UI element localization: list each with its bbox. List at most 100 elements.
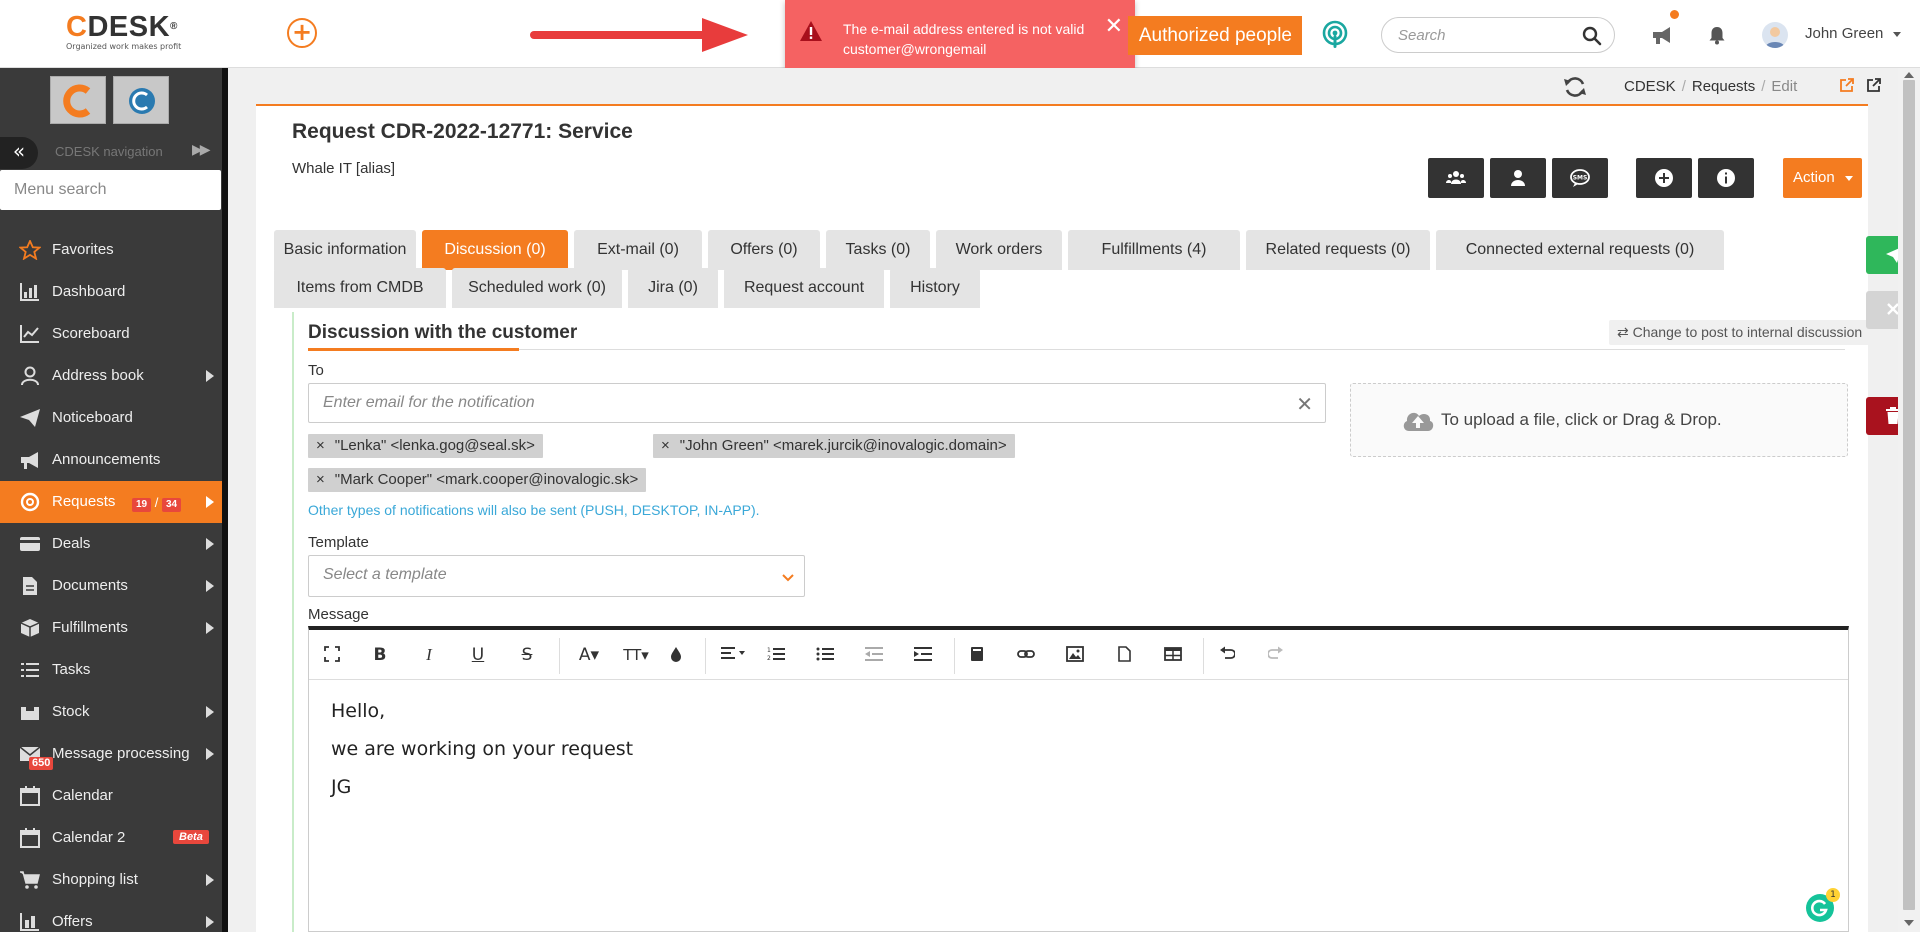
menu-item-favorites[interactable]: Favorites <box>0 229 222 271</box>
expand-arrow-icon[interactable] <box>206 370 214 382</box>
menu-item-tasks[interactable]: Tasks <box>0 649 222 691</box>
tab-connected-external-requests[interactable]: Connected external requests (0) <box>1436 230 1724 270</box>
table-icon[interactable] <box>1158 642 1188 668</box>
numbered-list-icon[interactable]: 12 <box>761 642 791 668</box>
info-button[interactable] <box>1698 158 1754 198</box>
expand-arrow-icon[interactable] <box>206 874 214 886</box>
expand-arrow-icon[interactable] <box>206 706 214 718</box>
font-color-dropdown[interactable]: A▾ <box>569 642 609 668</box>
menu-item-fulfillments[interactable]: Fulfillments <box>0 607 222 649</box>
menu-item-stock[interactable]: Stock <box>0 691 222 733</box>
action-button[interactable]: Action <box>1783 158 1862 198</box>
add-new-button[interactable]: + <box>287 18 317 48</box>
tab-related-requests[interactable]: Related requests (0) <box>1246 230 1430 270</box>
page-scrollbar[interactable] <box>1898 68 1920 932</box>
font-size-dropdown[interactable]: TT▾ <box>614 642 658 668</box>
fast-forward-icon[interactable]: ▶▶ <box>192 142 210 158</box>
scroll-thumb[interactable] <box>1903 80 1915 910</box>
change-to-internal-button[interactable]: ⇄ Change to post to internal discussion <box>1609 320 1905 345</box>
tab-fulfillments[interactable]: Fulfillments (4) <box>1068 230 1240 270</box>
align-dropdown[interactable] <box>713 642 753 668</box>
menu-item-documents[interactable]: Documents <box>0 565 222 607</box>
tab-request-account[interactable]: Request account <box>724 268 884 308</box>
app-switch-cdesk[interactable] <box>50 76 106 124</box>
cdesk-logo[interactable]: CDESK® Organized work makes profit <box>66 12 196 58</box>
open-external-icon[interactable] <box>1839 77 1855 93</box>
menu-item-address-book[interactable]: Address book <box>0 355 222 397</box>
strikethrough-button[interactable]: S <box>512 642 542 668</box>
team-button[interactable] <box>1428 158 1484 198</box>
template-select[interactable]: Select a template <box>308 555 805 597</box>
recipient-chip[interactable]: × "John Green" <marek.jurcik@inovalogic.d… <box>653 434 1015 458</box>
link-icon[interactable] <box>1011 642 1041 668</box>
recipient-chip[interactable]: × "Mark Cooper" <mark.cooper@inovalogic.s… <box>308 468 647 492</box>
tab-ext-mail[interactable]: Ext-mail (0) <box>574 230 702 270</box>
menu-item-calendar-2[interactable]: Calendar 2 Beta <box>0 817 222 859</box>
expand-arrow-icon[interactable] <box>206 538 214 550</box>
add-button[interactable] <box>1636 158 1692 198</box>
remove-recipient-icon[interactable]: × <box>316 471 325 488</box>
user-button[interactable] <box>1490 158 1546 198</box>
menu-item-shopping-list[interactable]: Shopping list <box>0 859 222 901</box>
redo-icon[interactable] <box>1261 642 1291 668</box>
menu-item-calendar[interactable]: Calendar <box>0 775 222 817</box>
breadcrumb-cdesk[interactable]: CDESK <box>1624 78 1676 95</box>
tab-history[interactable]: History <box>890 268 980 308</box>
italic-button[interactable]: I <box>414 642 444 668</box>
undo-icon[interactable] <box>1212 642 1242 668</box>
bell-icon[interactable] <box>1707 25 1727 45</box>
scroll-down-icon[interactable] <box>1904 920 1914 926</box>
avatar[interactable] <box>1762 22 1788 48</box>
menu-item-noticeboard[interactable]: Noticeboard <box>0 397 222 439</box>
collapse-sidebar-button[interactable]: « <box>0 137 38 169</box>
sms-button[interactable]: SMS <box>1552 158 1608 198</box>
email-recipient-input[interactable] <box>323 392 1223 414</box>
expand-arrow-icon[interactable] <box>206 916 214 928</box>
message-body[interactable]: Hello, we are working on your request JG <box>331 700 633 814</box>
menu-item-dashboard[interactable]: Dashboard <box>0 271 222 313</box>
menu-item-requests[interactable]: Requests 19 / 34 <box>0 481 222 523</box>
podcast-icon[interactable] <box>1320 20 1350 50</box>
tab-work-orders[interactable]: Work orders <box>936 230 1062 270</box>
bullet-list-icon[interactable] <box>810 642 840 668</box>
search-icon[interactable] <box>1582 26 1602 46</box>
tab-basic-information[interactable]: Basic information <box>274 230 416 270</box>
underline-button[interactable]: U <box>463 642 493 668</box>
menu-item-announcements[interactable]: Announcements <box>0 439 222 481</box>
highlight-color-icon[interactable] <box>661 642 691 668</box>
scroll-up-icon[interactable] <box>1904 72 1914 78</box>
breadcrumb-requests[interactable]: Requests <box>1692 78 1755 95</box>
fullscreen-icon[interactable] <box>317 642 347 668</box>
megaphone-icon[interactable] <box>1650 24 1674 46</box>
expand-arrow-icon[interactable] <box>206 496 214 508</box>
expand-arrow-icon[interactable] <box>206 580 214 592</box>
search-input[interactable] <box>1398 25 1578 45</box>
recipient-chip[interactable]: × "Lenka" <lenka.gog@seal.sk> <box>308 434 543 458</box>
outdent-icon[interactable] <box>859 642 889 668</box>
clear-icon[interactable]: ✕ <box>1296 392 1313 416</box>
file-upload-dropzone[interactable]: To upload a file, click or Drag & Drop. <box>1350 383 1848 457</box>
user-name[interactable]: John Green <box>1805 25 1883 42</box>
menu-item-offers[interactable]: Offers <box>0 901 222 932</box>
chevron-down-icon[interactable] <box>1893 32 1901 37</box>
expand-arrow-icon[interactable] <box>206 622 214 634</box>
book-icon[interactable] <box>962 642 992 668</box>
tab-items-from-cmdb[interactable]: Items from CMDB <box>274 268 446 308</box>
menu-search-input[interactable] <box>0 170 221 210</box>
app-switch-other[interactable] <box>113 76 169 124</box>
close-icon[interactable]: ✕ <box>1105 16 1123 38</box>
expand-arrow-icon[interactable] <box>206 748 214 760</box>
tab-tasks[interactable]: Tasks (0) <box>826 230 930 270</box>
authorized-people-button[interactable]: Authorized people <box>1128 16 1302 55</box>
open-new-window-icon[interactable] <box>1866 77 1882 93</box>
menu-item-scoreboard[interactable]: Scoreboard <box>0 313 222 355</box>
tab-offers[interactable]: Offers (0) <box>708 230 820 270</box>
customer-name[interactable]: Whale IT [alias] <box>292 160 395 177</box>
remove-recipient-icon[interactable]: × <box>661 437 670 454</box>
menu-item-deals[interactable]: Deals <box>0 523 222 565</box>
bold-button[interactable]: B <box>365 642 395 668</box>
image-icon[interactable] <box>1060 642 1090 668</box>
menu-item-message-processing[interactable]: 650 Message processing <box>0 733 222 775</box>
remove-recipient-icon[interactable]: × <box>316 437 325 454</box>
file-icon[interactable] <box>1109 642 1139 668</box>
